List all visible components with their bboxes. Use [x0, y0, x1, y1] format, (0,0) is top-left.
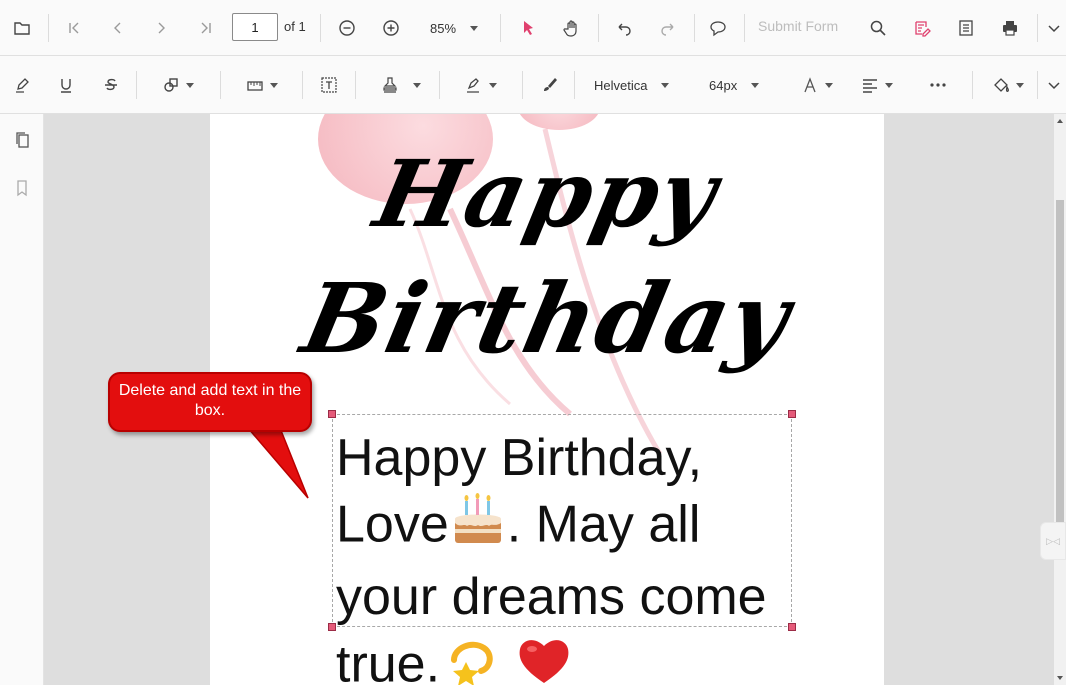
zoom-in-icon[interactable] — [375, 12, 407, 44]
last-page-icon[interactable] — [190, 12, 222, 44]
chevron-down-icon — [751, 82, 760, 88]
undo-icon[interactable] — [608, 12, 640, 44]
chevron-down-icon — [1016, 82, 1024, 88]
font-size-dropdown[interactable]: 64px — [709, 69, 760, 101]
first-page-icon[interactable] — [58, 12, 90, 44]
page-number-input[interactable] — [232, 13, 278, 41]
comment-icon[interactable] — [702, 12, 734, 44]
scroll-down-arrow[interactable] — [1057, 676, 1063, 680]
shapes-dropdown[interactable] — [158, 69, 198, 101]
align-left-icon — [863, 79, 877, 93]
separator — [136, 71, 137, 99]
separator — [598, 14, 599, 42]
chevron-down-icon — [489, 82, 497, 88]
edit-annotation-icon[interactable] — [906, 12, 938, 44]
chevron-down-icon — [186, 82, 194, 88]
chevron-down-icon[interactable] — [1038, 69, 1066, 101]
separator — [500, 14, 501, 42]
previous-page-icon[interactable] — [102, 12, 134, 44]
font-color-dropdown[interactable] — [797, 69, 837, 101]
separator — [439, 71, 440, 99]
separator — [694, 14, 695, 42]
scrollbar-thumb[interactable] — [1056, 200, 1064, 540]
strikethrough-icon[interactable] — [95, 69, 127, 101]
open-folder-icon[interactable] — [6, 12, 38, 44]
zoom-dropdown[interactable]: 85% — [430, 12, 479, 44]
pan-hand-icon[interactable] — [556, 12, 588, 44]
bookmark-icon[interactable] — [6, 172, 38, 204]
ink-brush-icon[interactable] — [533, 69, 565, 101]
chevron-down-icon — [661, 82, 670, 88]
callout-annotation[interactable]: Delete and add text in the box. — [108, 372, 312, 432]
font-size-value: 64px — [709, 77, 738, 93]
form-fields-icon[interactable] — [950, 12, 982, 44]
fill-color-dropdown[interactable] — [988, 69, 1028, 101]
select-cursor-icon[interactable] — [512, 12, 544, 44]
signature-pen-icon — [467, 78, 479, 93]
separator — [972, 71, 973, 99]
chevron-down-icon — [413, 82, 421, 88]
separator — [320, 14, 321, 42]
search-icon[interactable] — [862, 12, 894, 44]
free-text-icon[interactable] — [313, 69, 345, 101]
main-toolbar: of 1 85% Submit Form — [0, 0, 1066, 56]
side-panel-toggle[interactable]: ▷◁ — [1040, 522, 1066, 560]
page-thumbnails-icon[interactable] — [6, 124, 38, 156]
scroll-up-arrow[interactable] — [1057, 119, 1063, 123]
redo-icon[interactable] — [652, 12, 684, 44]
font-color-icon — [804, 77, 816, 93]
font-family-value: Helvetica — [594, 77, 648, 93]
chevron-down-icon — [825, 82, 833, 88]
ruler-icon — [247, 81, 263, 91]
navigation-pane — [0, 114, 44, 685]
underline-icon[interactable] — [50, 69, 82, 101]
chevron-down-icon — [885, 82, 893, 88]
side-tab-text: ▷◁ — [1046, 535, 1060, 546]
vertical-scrollbar[interactable] — [1054, 114, 1066, 685]
next-page-icon[interactable] — [145, 12, 177, 44]
separator — [48, 14, 49, 42]
more-options-icon[interactable] — [922, 69, 954, 101]
separator — [220, 71, 221, 99]
shapes-icon — [164, 78, 178, 92]
submit-form-button[interactable]: Submit Form — [758, 18, 838, 34]
annotation-toolbar: Helvetica 64px — [0, 56, 1066, 114]
text-align-dropdown[interactable] — [855, 69, 899, 101]
separator — [522, 71, 523, 99]
calibrate-dropdown[interactable] — [242, 69, 282, 101]
page-count-label: of 1 — [284, 19, 306, 34]
zoom-value: 85% — [430, 20, 457, 36]
callout-text: Delete and add text in the box. — [118, 382, 302, 419]
chevron-down-icon — [270, 82, 278, 88]
separator — [355, 71, 356, 99]
separator — [744, 14, 745, 42]
separator — [302, 71, 303, 99]
stamp-dropdown[interactable] — [376, 69, 426, 101]
font-family-dropdown[interactable]: Helvetica — [594, 69, 670, 101]
chevron-down-icon[interactable] — [1038, 12, 1066, 44]
separator — [574, 71, 575, 99]
paint-bucket-icon — [994, 78, 1010, 92]
chevron-down-icon — [470, 25, 479, 31]
print-icon[interactable] — [994, 12, 1026, 44]
zoom-out-icon[interactable] — [331, 12, 363, 44]
highlight-icon[interactable] — [6, 69, 38, 101]
signature-dropdown[interactable] — [461, 69, 501, 101]
stamp-icon — [383, 77, 397, 93]
